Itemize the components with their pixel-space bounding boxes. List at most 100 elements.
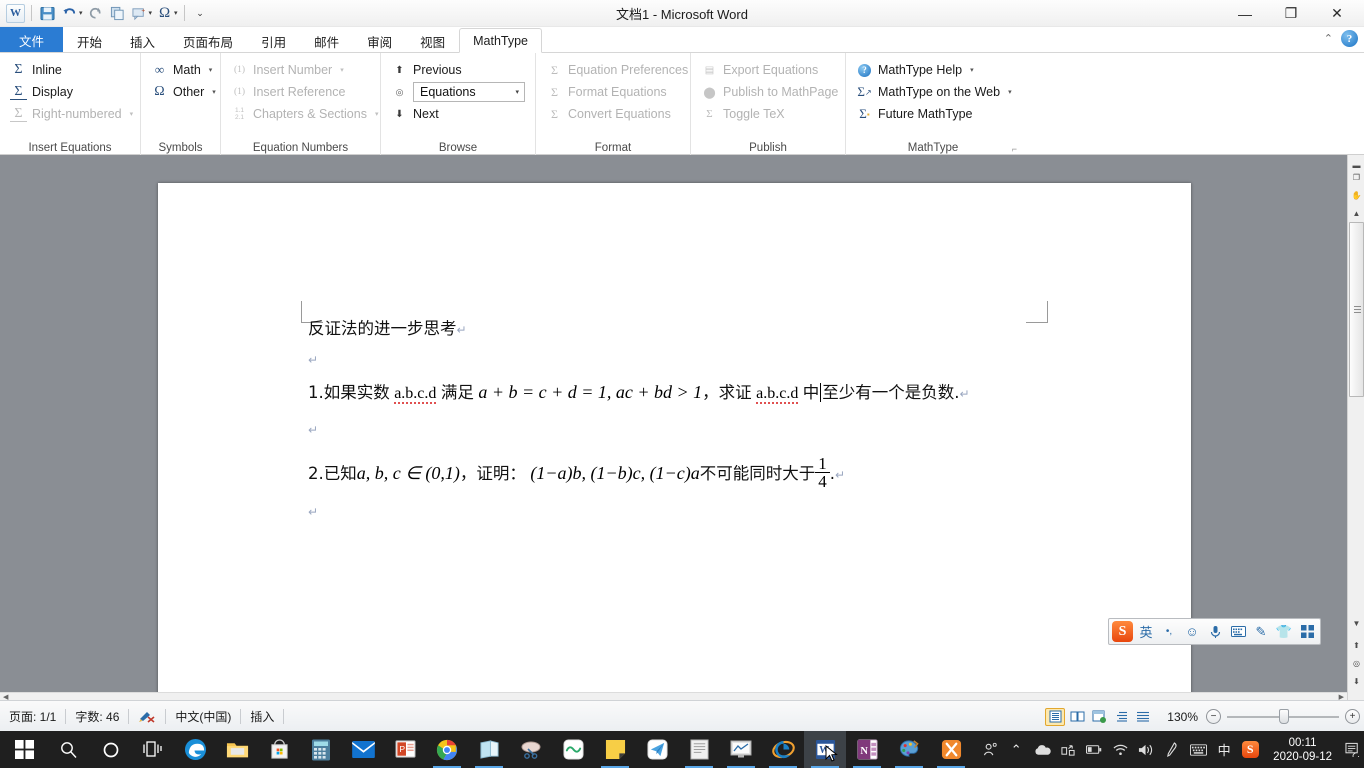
chevron-down-icon[interactable]: ▾ <box>515 88 519 96</box>
chevron-down-icon[interactable]: ▾ <box>130 110 134 118</box>
show-hidden-icons-chevron[interactable]: ⌃ <box>1003 731 1029 768</box>
outline-view-button[interactable] <box>1111 708 1131 726</box>
tab-ribbon-6[interactable]: 审阅 <box>353 28 406 53</box>
status-page-indicator[interactable]: 页面: 1/1 <box>0 706 65 726</box>
zoom-level-label[interactable]: 130% <box>1167 710 1198 724</box>
zoom-in-button[interactable]: + <box>1345 709 1360 724</box>
notepad-icon[interactable] <box>678 731 720 768</box>
calculator-icon[interactable] <box>300 731 342 768</box>
ribbon-item-math[interactable]: ∞ Math ▾ <box>147 59 214 81</box>
web-layout-view-button[interactable] <box>1089 708 1109 726</box>
microsoft-store-icon[interactable] <box>258 731 300 768</box>
ribbon-item-browse-target[interactable]: ◎ Equations ▾ <box>387 81 529 103</box>
people-icon[interactable] <box>977 731 1003 768</box>
mail-icon[interactable] <box>342 731 384 768</box>
dialog-launcher-icon[interactable]: ⌐ <box>1012 144 1017 154</box>
volume-icon[interactable] <box>1133 731 1159 768</box>
paint-icon[interactable] <box>888 731 930 768</box>
ribbon-item-display[interactable]: Σ Display <box>6 81 134 103</box>
full-screen-reading-view-button[interactable] <box>1067 708 1087 726</box>
tab-ribbon-7[interactable]: 视图 <box>406 28 459 53</box>
edge-icon[interactable] <box>174 731 216 768</box>
ribbon-item-inline[interactable]: Σ Inline <box>6 59 134 81</box>
sogou-ime-toolbar[interactable]: S 英 •, ☺ ✎ 👕 <box>1108 618 1321 645</box>
tab-mathtype[interactable]: MathType <box>459 28 543 53</box>
pen-icon[interactable] <box>1159 731 1185 768</box>
ribbon-item-equation-preferences[interactable]: Σ Equation Preferences <box>542 59 688 81</box>
xmind-icon[interactable] <box>930 731 972 768</box>
skin-icon[interactable]: 👕 <box>1274 621 1294 642</box>
wifi-icon[interactable] <box>1107 731 1133 768</box>
tab-ribbon-2[interactable]: 插入 <box>116 28 169 53</box>
notifications-icon[interactable] <box>1342 731 1364 768</box>
search-button[interactable] <box>48 731 90 768</box>
chevron-down-icon[interactable]: ▾ <box>970 66 974 74</box>
ribbon-item-format-equations[interactable]: Σ Format Equations <box>542 81 684 103</box>
chevron-down-icon[interactable]: ▾ <box>340 66 344 74</box>
sogou-logo-icon[interactable]: S <box>1112 621 1133 642</box>
internet-explorer-icon[interactable] <box>762 731 804 768</box>
problem2-expression[interactable]: (1−a)b, (1−b)c, (1−c)a <box>530 463 699 483</box>
word-icon[interactable]: W <box>804 731 846 768</box>
start-button[interactable] <box>0 731 48 768</box>
tab-ribbon-1[interactable]: 开始 <box>63 28 116 53</box>
chevron-down-icon[interactable]: ▾ <box>375 110 379 118</box>
doc-line-blank-2[interactable]: ↵ <box>308 421 318 439</box>
ribbon-item-right-numbered[interactable]: Σ Right-numbered ▾ <box>6 103 134 125</box>
ribbon-item-next[interactable]: ⬇ Next <box>387 103 529 125</box>
problem1-equation[interactable]: a + b = c + d = 1, ac + bd > 1 <box>478 382 702 402</box>
battery-icon[interactable] <box>1081 731 1107 768</box>
ime-language-mode-button[interactable]: 英 <box>1136 621 1156 642</box>
fraction-one-quarter[interactable]: 14 <box>815 455 830 490</box>
zoom-slider-thumb[interactable] <box>1279 708 1289 724</box>
powerpoint-icon[interactable]: P <box>384 731 426 768</box>
vertical-scrollbar[interactable]: ▬ ❐ ✋ ▲ ▼ ⬆ ◎ ⬇ <box>1347 155 1364 700</box>
tab-ribbon-3[interactable]: 页面布局 <box>169 28 247 53</box>
doc-line-blank-3[interactable]: ↵ <box>308 503 318 521</box>
draft-view-button[interactable] <box>1133 708 1153 726</box>
ime-punctuation-mode-button[interactable]: •, <box>1159 621 1179 642</box>
status-insert-mode[interactable]: 插入 <box>241 706 283 726</box>
select-browse-object-icon[interactable]: ❐ <box>1348 169 1364 186</box>
cortana-button[interactable] <box>90 731 132 768</box>
ribbon-item-export-equations[interactable]: ▤ Export Equations <box>697 59 839 81</box>
onedrive-icon[interactable] <box>1029 731 1055 768</box>
browse-target-combo[interactable]: Equations ▾ <box>413 82 525 102</box>
file-explorer-icon[interactable] <box>216 731 258 768</box>
close-button[interactable]: ✕ <box>1314 0 1360 27</box>
toolbox-icon[interactable] <box>1297 621 1317 642</box>
scrollbar-thumb[interactable] <box>1349 222 1364 397</box>
task-view-button[interactable] <box>132 731 174 768</box>
ribbon-item-future-mathtype[interactable]: Σ ▪ Future MathType <box>852 103 1014 125</box>
scroll-up-button[interactable]: ▲ <box>1348 205 1364 222</box>
onenote-icon[interactable]: N <box>846 731 888 768</box>
zoom-out-button[interactable]: − <box>1206 709 1221 724</box>
doc-line-problem-2[interactable]: 2.已知a, b, c ∈ (0,1)，证明： (1−a)b, (1−b)c, … <box>308 455 845 490</box>
onenote-book-icon[interactable] <box>468 731 510 768</box>
ribbon-item-convert-equations[interactable]: Σ Convert Equations <box>542 103 684 125</box>
minimize-ribbon-icon[interactable]: ⌃ <box>1324 32 1333 45</box>
chrome-icon[interactable] <box>426 731 468 768</box>
pan-hand-icon[interactable]: ✋ <box>1348 187 1364 204</box>
ribbon-item-mathtype-help[interactable]: ? MathType Help ▾ <box>852 59 1014 81</box>
ribbon-item-other[interactable]: Ω Other ▾ <box>147 81 215 103</box>
sticky-notes-icon[interactable] <box>594 731 636 768</box>
scroll-down-button[interactable]: ▼ <box>1348 615 1364 632</box>
zoom-slider-track[interactable] <box>1227 708 1339 724</box>
network-adapter-icon[interactable] <box>1055 731 1081 768</box>
next-page-button[interactable]: ⬇ <box>1348 673 1364 690</box>
stock-app-icon[interactable] <box>720 731 762 768</box>
soft-keyboard-icon[interactable] <box>1228 621 1248 642</box>
print-layout-view-button[interactable] <box>1045 707 1066 726</box>
help-icon[interactable]: ? <box>1341 30 1358 47</box>
restore-button[interactable]: ❐ <box>1268 0 1314 27</box>
doc-line-heading[interactable]: 反证法的进一步思考↵ <box>308 315 467 339</box>
voice-input-icon[interactable] <box>1205 621 1225 642</box>
ribbon-item-insert-reference[interactable]: (1) Insert Reference <box>227 81 374 103</box>
youdao-cloud-icon[interactable] <box>552 731 594 768</box>
scrollbar-track[interactable] <box>1348 222 1364 660</box>
tab-ribbon-5[interactable]: 邮件 <box>300 28 353 53</box>
problem2-set[interactable]: a, b, c ∈ (0,1) <box>357 463 460 483</box>
ribbon-item-chapters-sections[interactable]: 1.1 2.1 Chapters & Sections ▾ <box>227 103 379 125</box>
ribbon-item-insert-number[interactable]: (1) Insert Number ▾ <box>227 59 374 81</box>
